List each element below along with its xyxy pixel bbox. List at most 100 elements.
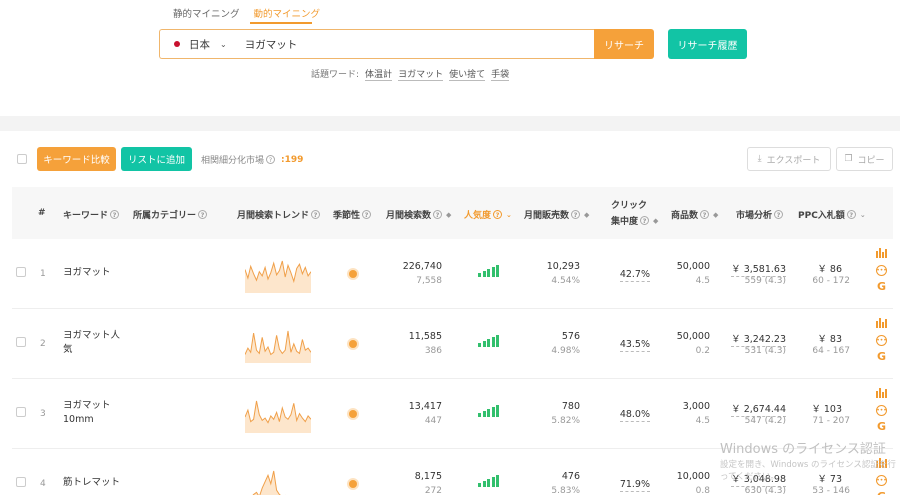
bar-chart-icon[interactable] <box>876 457 887 471</box>
seasonality-icon[interactable] <box>349 270 357 278</box>
topic-word[interactable]: 体温計 <box>365 67 393 81</box>
topic-word[interactable]: 使い捨て <box>449 67 486 81</box>
row-checkbox[interactable] <box>16 337 26 347</box>
trend-sparkline[interactable] <box>245 397 311 433</box>
bar-chart-icon[interactable] <box>876 317 887 331</box>
row-click-concentration: 48.0% <box>612 409 650 422</box>
row-market: ￥ 3,242.23 <box>724 331 786 347</box>
more-icon[interactable]: ••• <box>876 335 887 346</box>
row-sales: 576 <box>561 331 580 342</box>
search-input[interactable] <box>244 38 565 50</box>
col-searches[interactable]: 月間検索数? ◆ <box>386 208 451 221</box>
sort-icon[interactable]: ◆ <box>653 217 658 225</box>
seasonality-icon[interactable] <box>349 480 357 488</box>
google-icon[interactable]: G <box>877 280 886 293</box>
trend-line <box>252 470 286 495</box>
col-keyword[interactable]: キーワード? <box>63 208 121 221</box>
row-click-value: 43.5% <box>619 339 650 352</box>
help-icon[interactable]: ? <box>571 210 581 219</box>
col-seasonality-label: 季節性 <box>333 211 361 221</box>
help-icon[interactable]: ? <box>198 210 208 219</box>
row-keyword[interactable]: ヨガマット <box>63 266 125 280</box>
add-to-list-button[interactable]: リストに追加 <box>121 147 192 171</box>
row-products-sub: 0.2 <box>695 346 710 356</box>
bar-chart-icon[interactable] <box>876 387 887 401</box>
export-button[interactable]: ⤓ エクスポート <box>747 147 831 171</box>
col-trend[interactable]: 月間検索トレンド? <box>237 208 322 221</box>
popularity-bars <box>478 475 499 487</box>
help-icon[interactable]: ? <box>846 210 856 219</box>
country-label: 日本 <box>189 38 210 51</box>
copy-icon: ❐ <box>844 154 853 164</box>
seasonality-icon[interactable] <box>349 410 357 418</box>
col-click-concentration[interactable]: クリック 集中度? ◆ <box>611 198 658 227</box>
chevron-down-icon[interactable]: ⌄ <box>860 211 866 219</box>
country-select[interactable]: 日本 ⌄ <box>174 37 227 52</box>
row-keyword[interactable]: ヨガマット人気 <box>63 329 125 357</box>
google-icon[interactable]: G <box>877 490 886 495</box>
bar-chart-icon[interactable] <box>876 247 887 261</box>
sort-desc-icon[interactable]: ⌄ <box>506 211 512 219</box>
research-history-button[interactable]: リサーチ履歴 <box>668 29 747 59</box>
row-click-concentration: 43.5% <box>612 339 650 352</box>
help-icon[interactable]: ? <box>266 155 276 164</box>
row-searches: 8,175 <box>414 471 442 482</box>
help-icon[interactable]: ? <box>493 210 503 219</box>
row-sales-sub: 5.82% <box>551 416 580 426</box>
topic-word[interactable]: 手袋 <box>491 67 510 81</box>
help-icon[interactable]: ? <box>700 210 710 219</box>
col-category[interactable]: 所属カテゴリー? <box>133 208 209 221</box>
col-products[interactable]: 商品数? ◆ <box>671 208 718 221</box>
help-icon[interactable]: ? <box>362 210 372 219</box>
more-icon[interactable]: ••• <box>876 405 887 416</box>
col-seasonality[interactable]: 季節性? <box>333 208 373 221</box>
related-market-count[interactable]: :199 <box>281 155 303 165</box>
topic-word[interactable]: ヨガマット <box>398 67 444 81</box>
active-tab-indicator <box>250 22 312 24</box>
seasonality-icon[interactable] <box>349 340 357 348</box>
help-icon[interactable]: ? <box>640 216 650 225</box>
row-searches-sub: 386 <box>424 346 442 356</box>
col-popularity[interactable]: 人気度? ⌄ <box>464 208 512 221</box>
row-ppc-sub: 60 - 172 <box>812 276 850 286</box>
table-row[interactable]: 2 ヨガマット人気 11,585 386 576 4.98% 43.5% 50,… <box>12 309 893 379</box>
row-keyword[interactable]: 筋トレマット <box>63 476 125 490</box>
more-icon[interactable]: ••• <box>876 475 887 486</box>
trend-sparkline[interactable] <box>245 257 311 293</box>
japan-flag-icon <box>174 41 180 47</box>
table-row[interactable]: 3 ヨガマット 10mm 13,417 447 780 5.82% 48.0% … <box>12 379 893 449</box>
copy-button[interactable]: ❐ コピー <box>836 147 893 171</box>
sort-icon[interactable]: ◆ <box>446 211 451 219</box>
table-row[interactable]: 1 ヨガマット 226,740 7,558 10,293 4.54% 42.7%… <box>12 239 893 309</box>
keyword-compare-button[interactable]: キーワード比較 <box>37 147 116 171</box>
trend-sparkline[interactable] <box>245 327 311 363</box>
results-toolbar: キーワード比較 リストに追加 相関細分化市場 ? :199 ⤓ エクスポート ❐… <box>0 131 900 187</box>
related-market-label: 相関細分化市場 <box>201 156 265 166</box>
search-box: 日本 ⌄ <box>159 29 595 59</box>
sort-icon[interactable]: ◆ <box>713 211 718 219</box>
google-icon[interactable]: G <box>877 350 886 363</box>
help-icon[interactable]: ? <box>774 210 784 219</box>
row-checkbox[interactable] <box>16 407 26 417</box>
row-checkbox[interactable] <box>16 477 26 487</box>
more-icon[interactable]: ••• <box>876 265 887 276</box>
row-checkbox[interactable] <box>16 267 26 277</box>
trend-sparkline[interactable] <box>245 467 311 495</box>
col-click-label-1: クリック <box>611 201 648 211</box>
col-ppc[interactable]: PPC入札額? ⌄ <box>798 208 866 221</box>
row-searches-sub: 447 <box>424 416 442 426</box>
select-all-checkbox[interactable] <box>17 154 27 164</box>
table-row[interactable]: 4 筋トレマット 8,175 272 476 5.83% 71.9% 10,00… <box>12 449 893 495</box>
row-keyword[interactable]: ヨガマット 10mm <box>63 399 125 427</box>
col-ppc-label: PPC入札額 <box>798 211 845 221</box>
tab-dynamic-mining[interactable]: 動的マイニング <box>254 6 321 20</box>
tab-static-mining[interactable]: 静的マイニング <box>173 6 240 20</box>
col-market[interactable]: 市場分析? <box>736 208 785 221</box>
col-sales[interactable]: 月間販売数? ◆ <box>524 208 589 221</box>
help-icon[interactable]: ? <box>433 210 443 219</box>
help-icon[interactable]: ? <box>311 210 321 219</box>
research-button[interactable]: リサーチ <box>594 29 654 59</box>
sort-icon[interactable]: ◆ <box>584 211 589 219</box>
google-icon[interactable]: G <box>877 420 886 433</box>
help-icon[interactable]: ? <box>110 210 120 219</box>
